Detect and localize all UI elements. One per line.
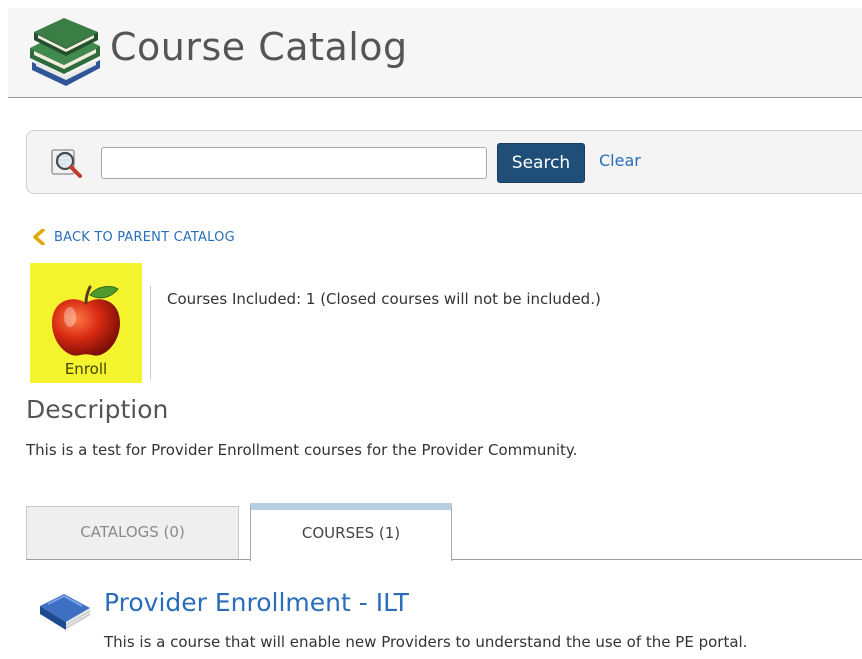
tab-courses[interactable]: COURSES (1) [250,503,452,561]
catalog-tile-label: Enroll [64,360,108,378]
chevron-left-icon [33,229,45,245]
search-input[interactable] [101,147,487,179]
description-heading: Description [26,395,169,424]
apple-icon [52,285,120,356]
tab-catalogs[interactable]: CATALOGS (0) [26,506,239,559]
page-title: Course Catalog [110,25,408,69]
back-to-parent-catalog-link[interactable]: BACK TO PARENT CATALOG [32,228,235,246]
clear-link[interactable]: Clear [599,151,641,170]
search-bar: Search Clear [26,130,862,194]
course-description: This is a course that will enable new Pr… [104,633,748,651]
page-header: Course Catalog [8,8,862,98]
course-title-link[interactable]: Provider Enrollment - ILT [104,588,409,617]
books-stack-icon [30,18,100,86]
search-button[interactable]: Search [497,143,585,183]
description-text: This is a test for Provider Enrollment c… [26,441,578,459]
magnifier-icon [51,149,82,178]
back-link-label: BACK TO PARENT CATALOG [54,229,235,245]
divider [150,286,151,380]
catalog-tile-enroll[interactable]: Enroll [30,263,142,383]
book-icon [40,594,91,630]
courses-included-text: Courses Included: 1 (Closed courses will… [167,290,601,308]
